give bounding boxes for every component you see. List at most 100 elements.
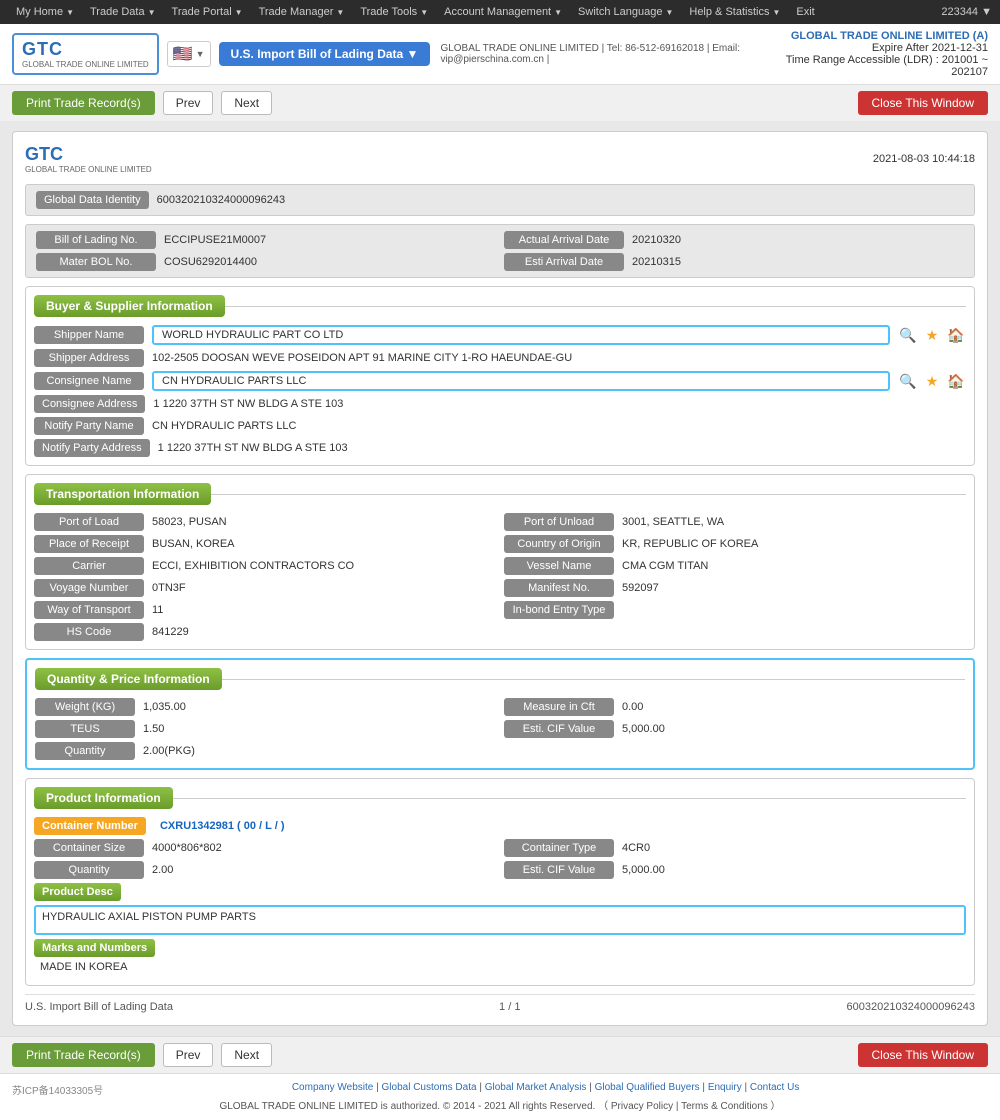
- global-data-identity-row: Global Data Identity 6003202103240000962…: [25, 184, 975, 216]
- weight-kg-label: Weight (KG): [35, 698, 135, 716]
- flag-dropdown-arrow: ▼: [196, 49, 205, 59]
- actual-arrival-half: Actual Arrival Date 20210320: [504, 231, 964, 249]
- voyage-half: Voyage Number 0TN3F: [34, 579, 496, 597]
- global-data-identity-value: 600320210324000096243: [157, 194, 285, 206]
- nav-switch-language[interactable]: Switch Language ▼: [570, 6, 681, 18]
- flag-selector[interactable]: 🇺🇸 ▼: [167, 41, 211, 67]
- prev-button-top[interactable]: Prev: [163, 91, 214, 115]
- card-logo-sub: GLOBAL TRADE ONLINE LIMITED: [25, 165, 152, 174]
- consignee-name-value: CN HYDRAULIC PARTS LLC: [152, 371, 890, 391]
- container-size-value: 4000*806*802: [152, 842, 496, 854]
- card-footer: U.S. Import Bill of Lading Data 1 / 1 60…: [25, 994, 975, 1013]
- shipper-search-icon[interactable]: 🔍: [898, 325, 918, 345]
- footer-link-contact[interactable]: Contact Us: [750, 1082, 799, 1093]
- product-cif-half: Esti. CIF Value 5,000.00: [504, 861, 966, 879]
- prev-button-bottom[interactable]: Prev: [163, 1043, 214, 1067]
- nav-exit[interactable]: Exit: [788, 6, 822, 18]
- record-card: GTC GLOBAL TRADE ONLINE LIMITED 2021-08-…: [12, 131, 988, 1026]
- card-header: GTC GLOBAL TRADE ONLINE LIMITED 2021-08-…: [25, 144, 975, 174]
- measure-cft-label: Measure in Cft: [504, 698, 614, 716]
- logo-text: GTC: [22, 39, 149, 60]
- buyer-supplier-divider: [225, 306, 966, 307]
- consignee-home-icon[interactable]: 🏠: [946, 371, 966, 391]
- esti-cif-label: Esti. CIF Value: [504, 720, 614, 738]
- db-selector[interactable]: U.S. Import Bill of Lading Data ▼: [219, 42, 431, 66]
- quantity-row: Quantity 2.00(PKG): [35, 742, 965, 760]
- manifest-no-value: 592097: [622, 582, 966, 594]
- nav-trade-data[interactable]: Trade Data ▼: [82, 6, 164, 18]
- bol-info-grid: Bill of Lading No. ECCIPUSE21M0007 Actua…: [25, 224, 975, 278]
- nav-trade-tools[interactable]: Trade Tools ▼: [352, 6, 436, 18]
- carrier-half: Carrier ECCI, EXHIBITION CONTRACTORS CO: [34, 557, 496, 575]
- shipper-home-icon[interactable]: 🏠: [946, 325, 966, 345]
- qty-price-header: Quantity & Price Information: [35, 668, 965, 690]
- shipper-star-icon[interactable]: ★: [922, 325, 942, 345]
- consignee-star-icon[interactable]: ★: [922, 371, 942, 391]
- consignee-address-value: 1 1220 37TH ST NW BLDG A STE 103: [153, 398, 966, 410]
- print-button-top[interactable]: Print Trade Record(s): [12, 91, 155, 115]
- product-quantity-label: Quantity: [34, 861, 144, 879]
- container-number-button[interactable]: Container Number: [34, 817, 146, 835]
- card-footer-source: U.S. Import Bill of Lading Data: [25, 1001, 173, 1013]
- next-button-bottom[interactable]: Next: [221, 1043, 272, 1067]
- nav-trade-manager[interactable]: Trade Manager ▼: [251, 6, 353, 18]
- quantity-label: Quantity: [35, 742, 135, 760]
- port-unload-half: Port of Unload 3001, SEATTLE, WA: [504, 513, 966, 531]
- print-button-bottom[interactable]: Print Trade Record(s): [12, 1043, 155, 1067]
- container-size-label: Container Size: [34, 839, 144, 857]
- place-of-receipt-value: BUSAN, KOREA: [152, 538, 496, 550]
- notify-party-name-value: CN HYDRAULIC PARTS LLC: [152, 420, 966, 432]
- user-id: 223344 ▼: [941, 6, 992, 18]
- shipper-address-row: Shipper Address 102-2505 DOOSAN WEVE POS…: [34, 349, 966, 367]
- logo-sub: GLOBAL TRADE ONLINE LIMITED: [22, 60, 149, 69]
- esti-arrival-label: Esti Arrival Date: [504, 253, 624, 271]
- logo-area: GTC GLOBAL TRADE ONLINE LIMITED 🇺🇸 ▼ U.S…: [12, 33, 430, 75]
- teus-half: TEUS 1.50: [35, 720, 496, 738]
- weight-measure-row: Weight (KG) 1,035.00 Measure in Cft 0.00: [35, 698, 965, 716]
- nav-account-management[interactable]: Account Management ▼: [436, 6, 570, 18]
- manifest-half: Manifest No. 592097: [504, 579, 966, 597]
- shipper-name-label: Shipper Name: [34, 326, 144, 344]
- product-section: Product Information Container Number CXR…: [25, 778, 975, 986]
- carrier-value: ECCI, EXHIBITION CONTRACTORS CO: [152, 560, 496, 572]
- close-button-top[interactable]: Close This Window: [858, 91, 988, 115]
- teus-value: 1.50: [143, 723, 496, 735]
- marks-value: MADE IN KOREA: [34, 957, 966, 977]
- footer-link-customs[interactable]: Global Customs Data: [382, 1082, 477, 1093]
- vessel-half: Vessel Name CMA CGM TITAN: [504, 557, 966, 575]
- nav-help-statistics[interactable]: Help & Statistics ▼: [681, 6, 788, 18]
- next-button-top[interactable]: Next: [221, 91, 272, 115]
- consignee-icons: 🔍 ★ 🏠: [898, 371, 966, 391]
- vessel-name-value: CMA CGM TITAN: [622, 560, 966, 572]
- card-footer-record-id: 600320210324000096243: [847, 1001, 975, 1013]
- footer-link-market[interactable]: Global Market Analysis: [485, 1082, 587, 1093]
- time-range: Time Range Accessible (LDR) : 201001 ~ 2…: [785, 54, 988, 78]
- receipt-country-row: Place of Receipt BUSAN, KOREA Country of…: [34, 535, 966, 553]
- card-logo: GTC GLOBAL TRADE ONLINE LIMITED: [25, 144, 152, 174]
- mater-bol-value: COSU6292014400: [164, 256, 496, 268]
- nav-my-home[interactable]: My Home ▼: [8, 6, 82, 18]
- esti-cif-value: 5,000.00: [622, 723, 965, 735]
- teus-label: TEUS: [35, 720, 135, 738]
- port-of-unload-value: 3001, SEATTLE, WA: [622, 516, 966, 528]
- hs-code-row: HS Code 841229: [34, 623, 966, 641]
- footer-link-enquiry[interactable]: Enquiry: [708, 1082, 742, 1093]
- weight-kg-value: 1,035.00: [143, 701, 496, 713]
- consignee-search-icon[interactable]: 🔍: [898, 371, 918, 391]
- container-type-half: Container Type 4CR0: [504, 839, 966, 857]
- product-desc-value: HYDRAULIC AXIAL PISTON PUMP PARTS: [34, 905, 966, 935]
- measure-cft-value: 0.00: [622, 701, 965, 713]
- footer-link-buyers[interactable]: Global Qualified Buyers: [595, 1082, 700, 1093]
- marks-button[interactable]: Marks and Numbers: [34, 939, 155, 957]
- port-of-load-value: 58023, PUSAN: [152, 516, 496, 528]
- product-desc-button[interactable]: Product Desc: [34, 883, 121, 901]
- weight-half: Weight (KG) 1,035.00: [35, 698, 496, 716]
- way-of-transport-label: Way of Transport: [34, 601, 144, 619]
- nav-trade-portal[interactable]: Trade Portal ▼: [164, 6, 251, 18]
- bill-of-lading-value: ECCIPUSE21M0007: [164, 234, 496, 246]
- top-navigation: My Home ▼ Trade Data ▼ Trade Portal ▼ Tr…: [0, 0, 1000, 24]
- close-button-bottom[interactable]: Close This Window: [858, 1043, 988, 1067]
- footer-link-company[interactable]: Company Website: [292, 1082, 374, 1093]
- port-of-unload-label: Port of Unload: [504, 513, 614, 531]
- qty-price-title: Quantity & Price Information: [35, 668, 222, 690]
